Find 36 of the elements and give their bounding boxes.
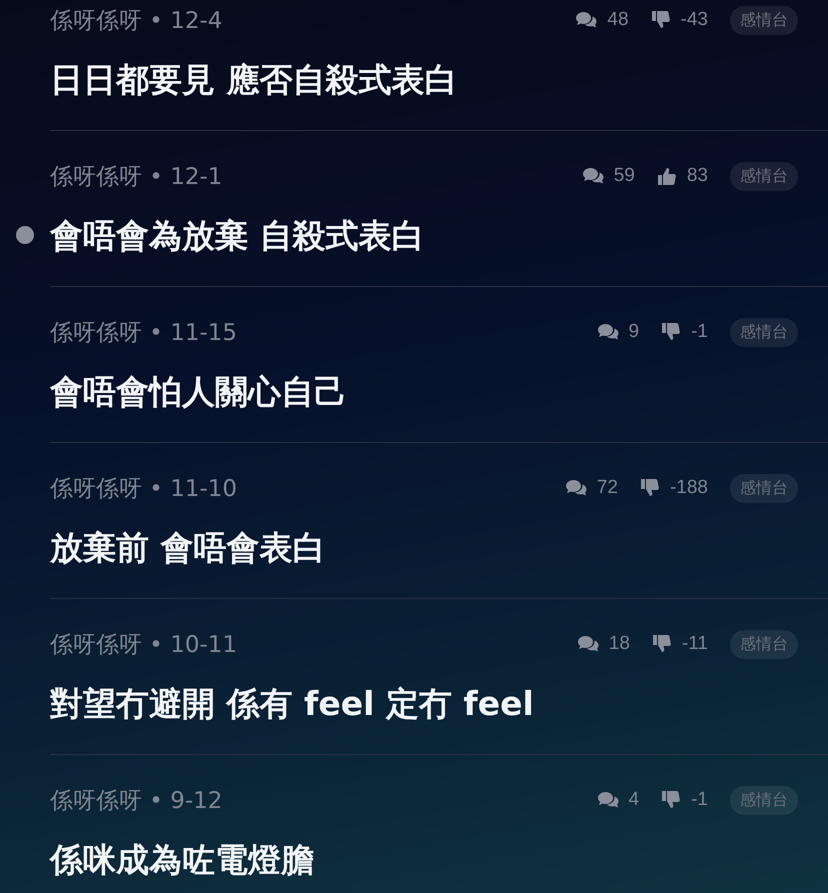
thumbs-down-icon[interactable] xyxy=(661,790,682,810)
comment-icon xyxy=(576,635,599,653)
post-title[interactable]: 會唔會怕人關心自己 xyxy=(50,370,798,414)
vote-count: 83 xyxy=(686,165,708,187)
author-date: 係呀係呀 • 10-11 xyxy=(50,630,238,660)
thumbs-down-icon[interactable] xyxy=(652,634,672,654)
thumbs-down-icon[interactable] xyxy=(661,322,682,342)
author-date: 係呀係呀 • 11-10 xyxy=(50,474,238,504)
vote-count: -188 xyxy=(670,477,708,499)
comment-icon xyxy=(596,323,619,341)
comment-count: 4 xyxy=(628,789,640,811)
post-title[interactable]: 對望冇避開 係有 feel 定冇 feel xyxy=(50,682,798,726)
comment-icon xyxy=(596,791,619,809)
post-title[interactable]: 日日都要見 應否自殺式表白 xyxy=(50,58,798,102)
vote-count: -1 xyxy=(691,789,708,811)
comment-count: 59 xyxy=(614,165,635,187)
post-title[interactable]: 會唔會為放棄 自殺式表白 xyxy=(50,214,798,258)
comment-count: 18 xyxy=(608,633,630,655)
comment-icon xyxy=(582,167,604,185)
comment-icon xyxy=(575,11,598,29)
thumbs-down-icon[interactable] xyxy=(650,10,671,30)
thumbs-up-icon[interactable] xyxy=(656,166,677,186)
thumbs-down-icon[interactable] xyxy=(640,478,660,498)
author-date: 係呀係呀 • 11-15 xyxy=(50,318,238,348)
post-title[interactable]: 放棄前 會唔會表白 xyxy=(50,526,798,570)
vote-count: -1 xyxy=(691,321,708,343)
author-date: 係呀係呀 • 9-12 xyxy=(50,786,222,816)
vote-count: -11 xyxy=(682,633,708,655)
comment-count: 72 xyxy=(596,477,618,499)
author-date: 係呀係呀 • 12-1 xyxy=(50,162,222,192)
author-date: 係呀係呀 • 12-4 xyxy=(50,6,222,36)
post-title[interactable]: 係咪成為咗電燈膽 xyxy=(50,838,798,882)
vote-count: -43 xyxy=(680,9,708,31)
comment-count: 48 xyxy=(607,9,629,31)
comment-icon xyxy=(564,479,587,497)
comment-count: 9 xyxy=(628,321,640,343)
